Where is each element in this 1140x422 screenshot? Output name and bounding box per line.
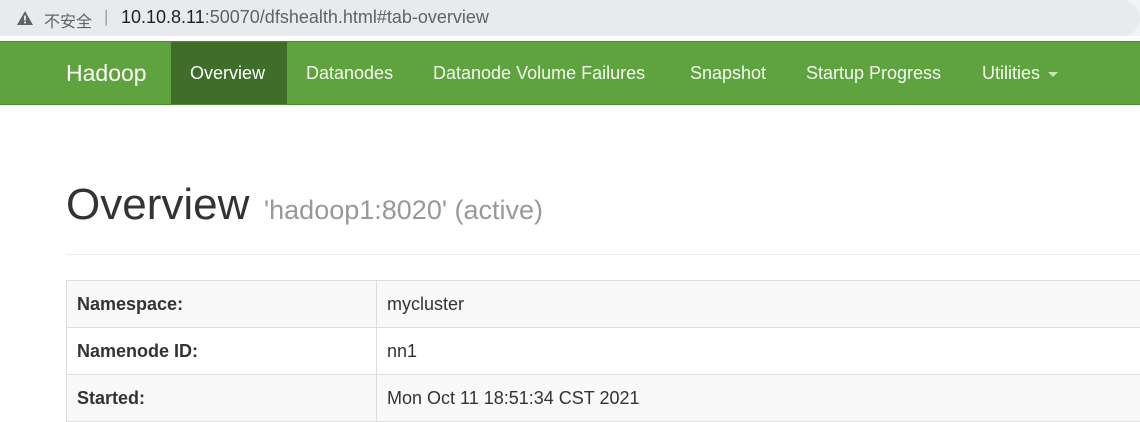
caret-down-icon [1048, 72, 1058, 77]
warning-icon[interactable] [16, 10, 34, 26]
nav-dropdown-utilities[interactable]: Utilities [982, 42, 1058, 104]
url-text[interactable]: 10.10.8.11:50070/dfshealth.html#tab-over… [121, 7, 489, 28]
url-omnibox[interactable]: 不安全 | 10.10.8.11:50070/dfshealth.html#ta… [0, 0, 1140, 36]
row-value-started: Mon Oct 11 18:51:34 CST 2021 [377, 375, 1140, 422]
table-row: Started: Mon Oct 11 18:51:34 CST 2021 [67, 375, 1140, 422]
nav-tab-overview[interactable]: Overview [171, 42, 287, 104]
not-secure-label[interactable]: 不安全 [44, 8, 92, 32]
url-path: :50070/dfshealth.html#tab-overview [205, 7, 489, 27]
address-separator: | [104, 7, 108, 27]
table-row: Namespace: mycluster [67, 281, 1140, 328]
utilities-label: Utilities [982, 63, 1040, 83]
table-row: Namenode ID: nn1 [67, 328, 1140, 375]
nav-tab-datanodes[interactable]: Datanodes [306, 42, 393, 104]
row-key-namespace: Namespace: [67, 281, 377, 328]
row-value-namenode-id: nn1 [377, 328, 1140, 375]
row-value-namespace: mycluster [377, 281, 1140, 328]
nav-tab-snapshot[interactable]: Snapshot [690, 42, 766, 104]
browser-address-bar: 不安全 | 10.10.8.11:50070/dfshealth.html#ta… [0, 0, 1140, 36]
namenode-host-subtitle: 'hadoop1:8020' (active) [264, 195, 543, 226]
row-key-namenode-id: Namenode ID: [67, 328, 377, 375]
nav-tab-startup-progress[interactable]: Startup Progress [806, 42, 941, 104]
url-host: 10.10.8.11 [121, 7, 205, 27]
row-key-started: Started: [67, 375, 377, 422]
page-title: Overview [66, 180, 249, 230]
brand-logo-text[interactable]: Hadoop [66, 60, 147, 87]
overview-info-table: Namespace: mycluster Namenode ID: nn1 St… [66, 280, 1140, 422]
nav-tab-datanode-volume-failures[interactable]: Datanode Volume Failures [433, 42, 645, 104]
page-header: Overview 'hadoop1:8020' (active) [66, 180, 1140, 255]
top-navbar: Hadoop Overview Datanodes Datanode Volum… [0, 41, 1140, 105]
